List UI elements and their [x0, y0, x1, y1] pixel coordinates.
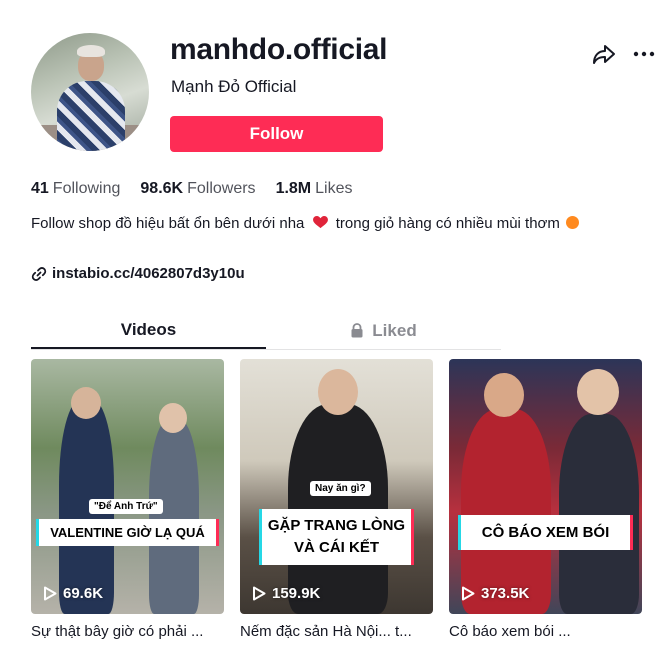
person-head — [71, 387, 101, 419]
username: manhdo.official — [170, 33, 388, 66]
more-icon[interactable] — [632, 44, 656, 64]
video-thumbnail[interactable]: CÔ BÁO XEM BÓI 373.5K — [449, 359, 642, 614]
video-overlay-title-line2: VÀ CÁI KẾT — [293, 539, 379, 556]
stat-followers[interactable]: 98.6K Followers — [140, 180, 255, 198]
view-count: 373.5K — [461, 585, 529, 602]
avatar-shirt — [57, 81, 125, 151]
person-head — [577, 369, 619, 415]
video-description[interactable]: Cô báo xem bói ... — [449, 623, 642, 640]
video-card[interactable]: "Để Anh Trứ" VALENTINE GIỜ LẠ QUÁ 69.6K … — [31, 359, 224, 640]
view-count-text: 159.9K — [272, 585, 321, 602]
likes-label: Likes — [315, 180, 353, 197]
video-overlay-title: CÔ BÁO XEM BÓI — [461, 515, 630, 550]
stat-likes: 1.8M Likes — [276, 180, 353, 198]
video-overlay-title: GẶP TRANG LÒNG VÀ CÁI KẾT — [262, 509, 411, 565]
video-description[interactable]: Sự thật bây giờ có phải ... — [31, 623, 224, 640]
heart-icon — [312, 216, 328, 229]
video-overlay-small: "Để Anh Trứ" — [89, 499, 163, 514]
lock-icon — [351, 323, 363, 338]
view-count: 159.9K — [252, 585, 320, 602]
profile-tabs: Videos Liked — [31, 312, 501, 350]
view-count-text: 69.6K — [63, 585, 104, 602]
orange-icon — [566, 216, 580, 229]
following-label: Following — [52, 180, 121, 197]
stat-following[interactable]: 41 Following — [31, 180, 120, 198]
nickname: Mạnh Đỏ Official — [171, 77, 297, 96]
tab-liked[interactable]: Liked — [266, 312, 501, 349]
followers-count: 98.6K — [140, 180, 184, 197]
play-icon — [44, 586, 57, 601]
avatar-hair — [77, 45, 105, 57]
bio: Follow shop đồ hiệu bất ổn bên dưới nha … — [31, 212, 591, 235]
tab-liked-label: Liked — [372, 320, 417, 340]
following-count: 41 — [31, 180, 49, 197]
followers-label: Followers — [187, 180, 256, 197]
video-overlay-small: Nay ăn gì? — [310, 481, 371, 496]
person-figure — [461, 409, 551, 614]
video-card[interactable]: CÔ BÁO XEM BÓI 373.5K Cô báo xem bói ... — [449, 359, 642, 640]
person-figure — [559, 414, 639, 614]
play-icon — [253, 586, 266, 601]
video-overlay-title-line1: GẶP TRANG LÒNG — [267, 517, 406, 534]
follow-button[interactable]: Follow — [170, 116, 383, 152]
bio-link-text: instabio.cc/4062807d3y10u — [52, 265, 245, 282]
bio-text-1: Follow shop đồ hiệu bất ổn bên dưới nha — [31, 215, 305, 232]
person-head — [484, 373, 524, 417]
video-thumbnail[interactable]: "Để Anh Trứ" VALENTINE GIỜ LẠ QUÁ 69.6K — [31, 359, 224, 614]
avatar[interactable] — [31, 33, 149, 151]
profile-stats: 41 Following 98.6K Followers 1.8M Likes — [31, 180, 353, 198]
likes-count: 1.8M — [275, 180, 312, 197]
video-card[interactable]: Nay ăn gì? GẶP TRANG LÒNG VÀ CÁI KẾT 159… — [240, 359, 433, 640]
person-head — [318, 369, 358, 415]
view-count: 69.6K — [43, 585, 103, 602]
play-icon — [462, 586, 475, 601]
tab-videos-label: Videos — [120, 319, 177, 339]
share-icon[interactable] — [592, 42, 616, 66]
person-figure — [149, 419, 199, 614]
bio-link[interactable]: instabio.cc/4062807d3y10u — [31, 265, 245, 282]
video-grid: "Để Anh Trứ" VALENTINE GIỜ LẠ QUÁ 69.6K … — [31, 359, 642, 640]
bio-text-2: trong giỏ hàng có nhiều mùi thơm — [335, 215, 560, 232]
video-overlay-title: VALENTINE GIỜ LẠ QUÁ — [39, 519, 216, 546]
person-head — [159, 403, 187, 433]
video-thumbnail[interactable]: Nay ăn gì? GẶP TRANG LÒNG VÀ CÁI KẾT 159… — [240, 359, 433, 614]
link-icon — [31, 266, 47, 281]
video-description[interactable]: Nếm đặc sản Hà Nội... t... — [240, 623, 433, 640]
view-count-text: 373.5K — [481, 585, 530, 602]
tab-videos[interactable]: Videos — [31, 312, 266, 349]
